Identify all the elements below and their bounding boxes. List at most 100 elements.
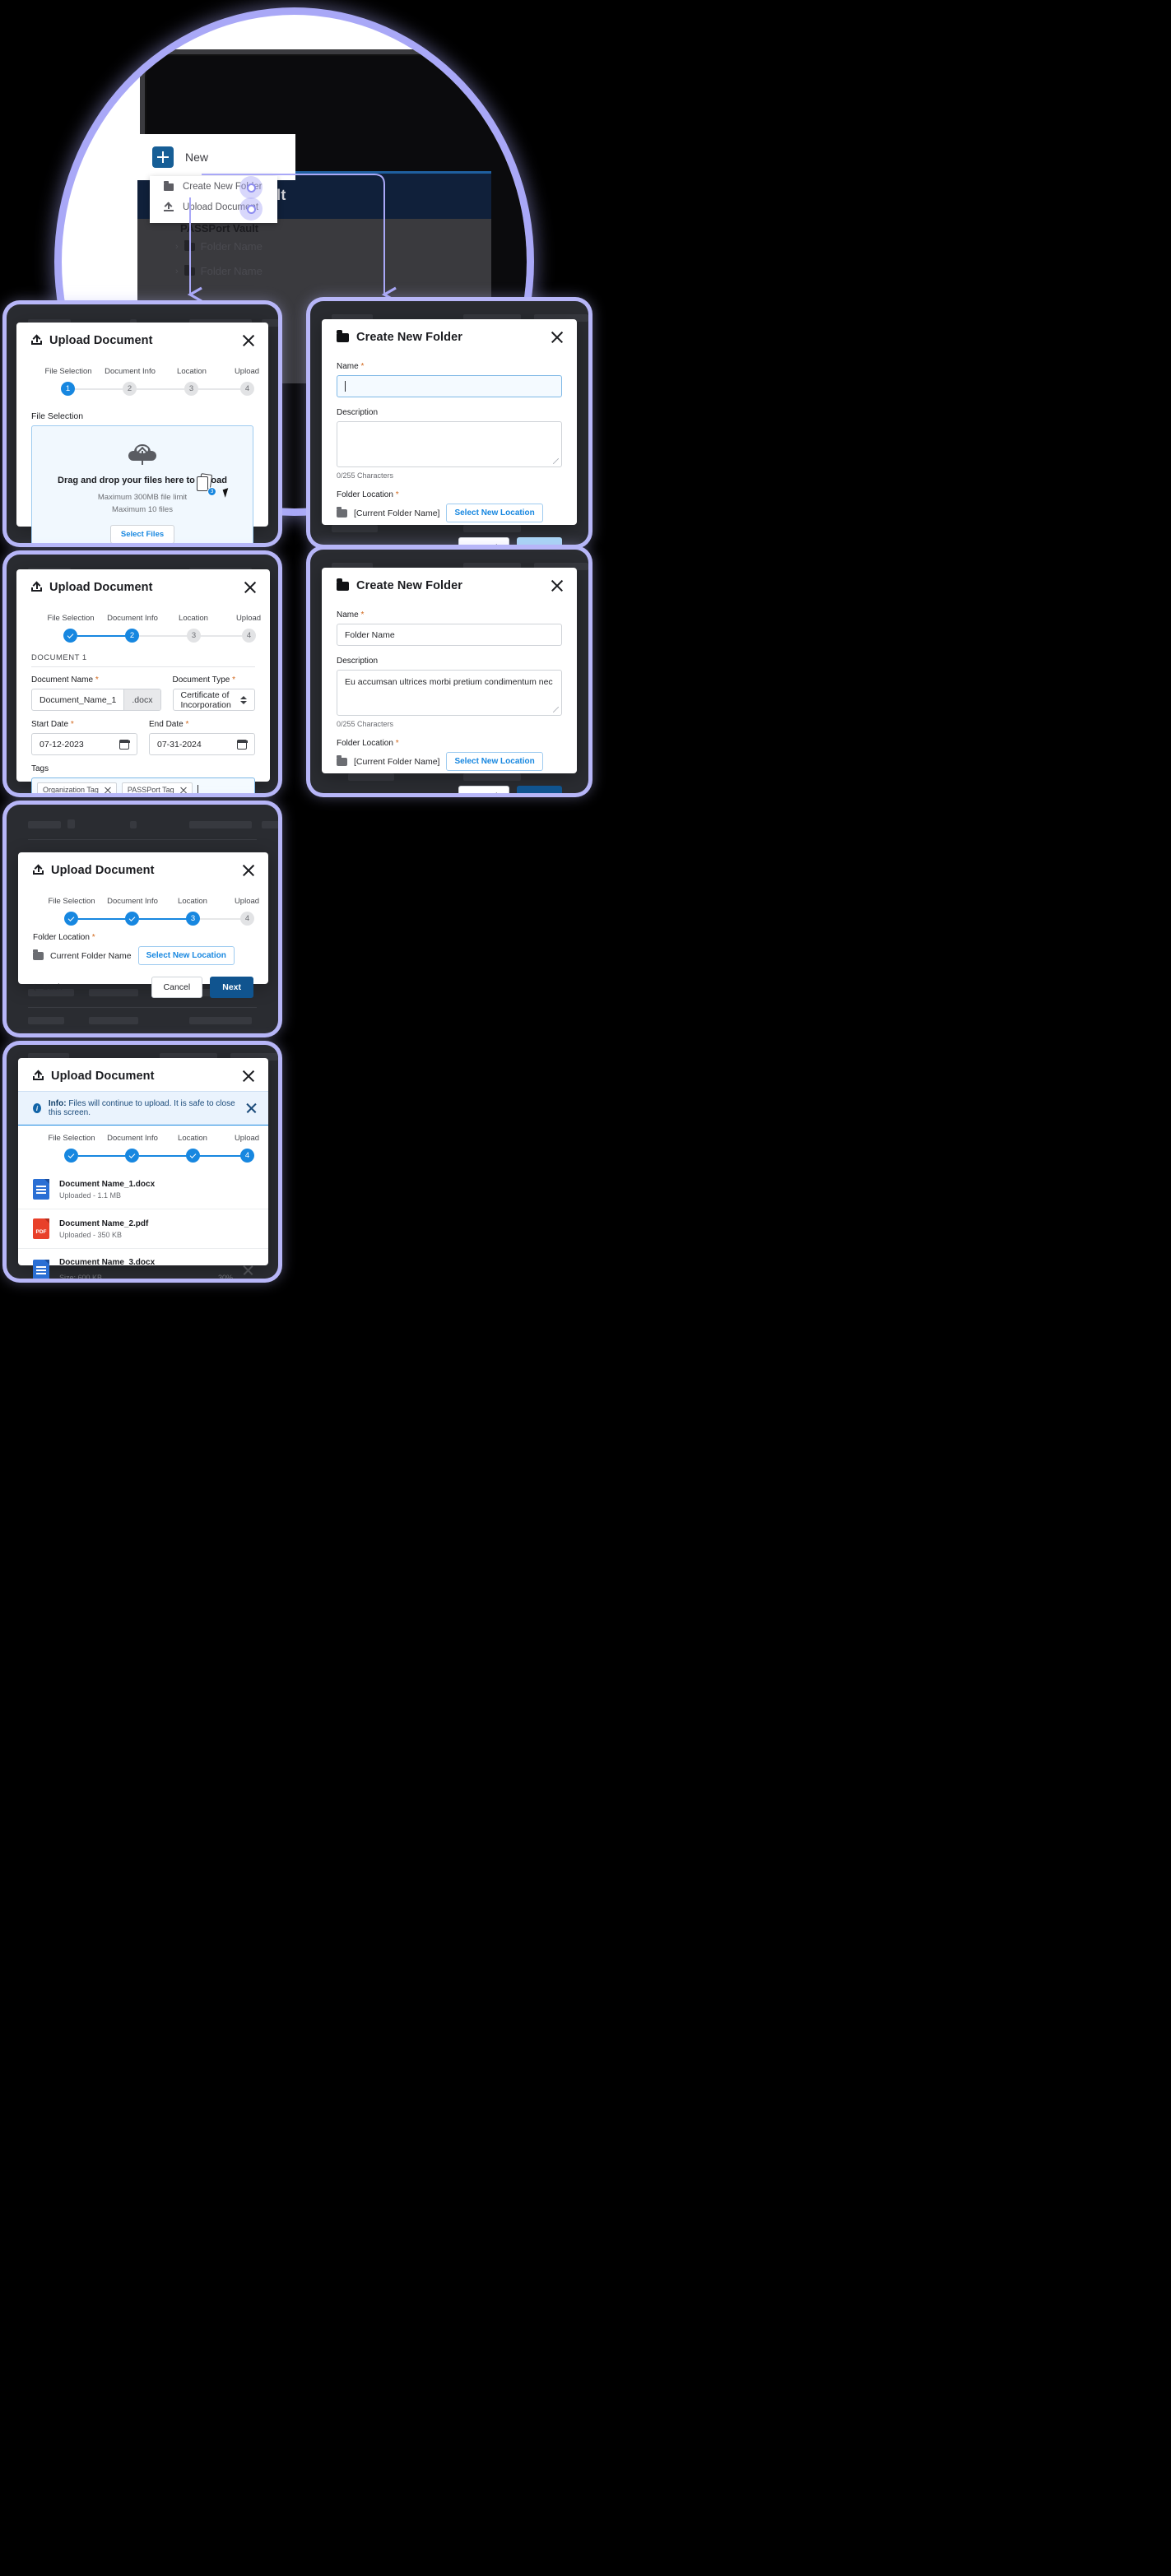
required-marker: * [232,675,236,685]
step-circle-2[interactable] [125,912,139,926]
step-circle-4[interactable]: 4 [240,382,254,396]
file-meta: Uploaded - 350 KB [59,1230,123,1239]
resize-grip-icon[interactable] [553,707,559,712]
end-date-input[interactable]: 07-31-2024 [149,733,255,755]
cancel-button[interactable]: Cancel [458,786,510,793]
upload-progress-label: 30% [217,1274,233,1279]
document-name-extension: .docx [123,689,160,710]
modal-title: Upload Document [51,1070,155,1083]
description-textarea[interactable]: Eu accumsan ultrices morbi pretium condi… [337,670,562,716]
modal-title: Upload Document [49,334,153,347]
folder-location-label: Folder Location * [33,933,95,942]
check-icon [189,1151,197,1158]
calendar-icon[interactable] [118,739,130,750]
step-circle-2[interactable] [125,1149,139,1163]
step-circle-1[interactable]: 1 [61,382,75,396]
step-label-2: Document Info [107,614,158,623]
remove-tag-icon[interactable] [180,787,187,793]
device-frame-folder-filled: Create New Folder Name * Folder Name Des… [310,550,588,793]
dismiss-info-icon[interactable] [246,1103,255,1114]
close-icon[interactable] [242,334,255,347]
footer-buttons: Cancel Save [458,786,562,793]
tag-chip[interactable]: Organization Tag [37,782,117,793]
info-icon: i [33,1103,41,1113]
step-circle-3[interactable]: 3 [187,629,201,643]
list-item: Document Name_3.docx Size: 600 KB 30% [18,1249,268,1279]
document-type-select[interactable]: Certificate of Incorporation [172,689,255,711]
document-name-input[interactable]: Document_Name_1 .docx [31,689,161,711]
step-label-2: Document Info [105,367,156,376]
close-icon[interactable] [551,579,564,592]
file-dropzone[interactable]: Drag and drop your files here to upload … [31,425,253,543]
step-label-4: Upload [234,367,260,376]
description-textarea[interactable] [337,421,562,467]
check-icon [67,1151,75,1158]
name-input[interactable]: Folder Name [337,624,562,646]
next-button[interactable]: Next [210,977,253,998]
pdf-file-icon: PDF [33,1218,49,1239]
save-button[interactable]: Save [517,786,562,793]
start-date-input[interactable]: 07-12-2023 [31,733,137,755]
select-new-location-button[interactable]: Select New Location [137,946,235,965]
back-button[interactable]: Back [31,982,62,992]
resize-grip-icon[interactable] [553,458,559,464]
modal-title: Create New Folder [356,331,463,344]
chevron-left-icon [31,983,39,991]
modal-upload-step3: Upload Document File Selection Document … [18,852,268,998]
tags-input[interactable]: Organization Tag PASSPort Tag [31,777,255,793]
step-circle-3[interactable]: 3 [186,912,200,926]
name-value: Folder Name [345,629,395,640]
required-marker: * [95,675,99,685]
folder-location-row: [Current Folder Name] Select New Locatio… [337,504,562,522]
close-icon[interactable] [242,864,255,877]
modal-header: Upload Document [16,323,268,355]
cancel-upload-icon[interactable] [243,1265,253,1275]
close-icon[interactable] [551,331,564,344]
tag-chip[interactable]: PASSPort Tag [121,782,193,793]
description-value: Eu accumsan ultrices morbi pretium condi… [345,677,553,687]
save-button[interactable]: Save [517,537,562,545]
calendar-icon[interactable] [236,739,248,750]
modal-footer: Cancel Save [322,522,577,545]
close-icon[interactable] [242,1070,255,1083]
modal-footer: Cancel Save [322,771,577,793]
remove-tag-icon[interactable] [105,787,111,793]
screenshot-stage: PASSPort Vault PASSPort Vault › Folder N… [0,0,1171,2576]
step-circle-4[interactable]: 4 [240,912,254,926]
docx-file-icon [33,1260,49,1279]
cancel-button[interactable]: Cancel [151,977,203,998]
select-files-button[interactable]: Select Files [109,525,175,543]
step-circle-1[interactable] [64,1149,78,1163]
cloud-upload-icon [128,444,156,465]
select-new-location-button[interactable]: Select New Location [446,504,543,522]
step-circle-1[interactable] [64,912,78,926]
step-label-4: Upload [234,897,260,906]
check-icon [128,1151,136,1158]
name-input[interactable] [337,375,562,397]
list-item: Document Name_1.docx Uploaded - 1.1 MB [18,1170,268,1209]
list-item: PDF Document Name_2.pdf Uploaded - 350 K… [18,1209,268,1249]
text-caret [197,784,198,793]
document-name-value: Document_Name_1 [39,694,117,705]
step-circle-4[interactable]: 4 [240,1149,254,1163]
modal-create-folder-filled: Create New Folder Name * Folder Name Des… [322,568,577,793]
folder-location-label: Folder Location * [337,739,399,748]
step-circle-3[interactable]: 3 [184,382,198,396]
character-counter: 0/255 Characters [337,720,394,728]
name-label: Name * [337,610,365,620]
name-label: Name * [337,362,365,371]
cancel-button[interactable]: Cancel [458,537,510,545]
folder-icon [337,506,347,518]
info-message: Files will continue to upload. It is saf… [48,1099,235,1117]
close-icon[interactable] [244,581,257,594]
step-circle-4[interactable]: 4 [242,629,256,643]
step-label-3: Location [178,897,207,906]
step-circle-2[interactable]: 2 [125,629,139,643]
document-section-label: DOCUMENT 1 [31,653,255,667]
step-circle-2[interactable]: 2 [123,382,137,396]
step-circle-3[interactable] [186,1149,200,1163]
step-circle-1[interactable] [63,629,77,643]
modal-header: Upload Document [18,1058,268,1091]
modal-title: Upload Document [51,864,155,877]
select-new-location-button[interactable]: Select New Location [446,752,543,771]
